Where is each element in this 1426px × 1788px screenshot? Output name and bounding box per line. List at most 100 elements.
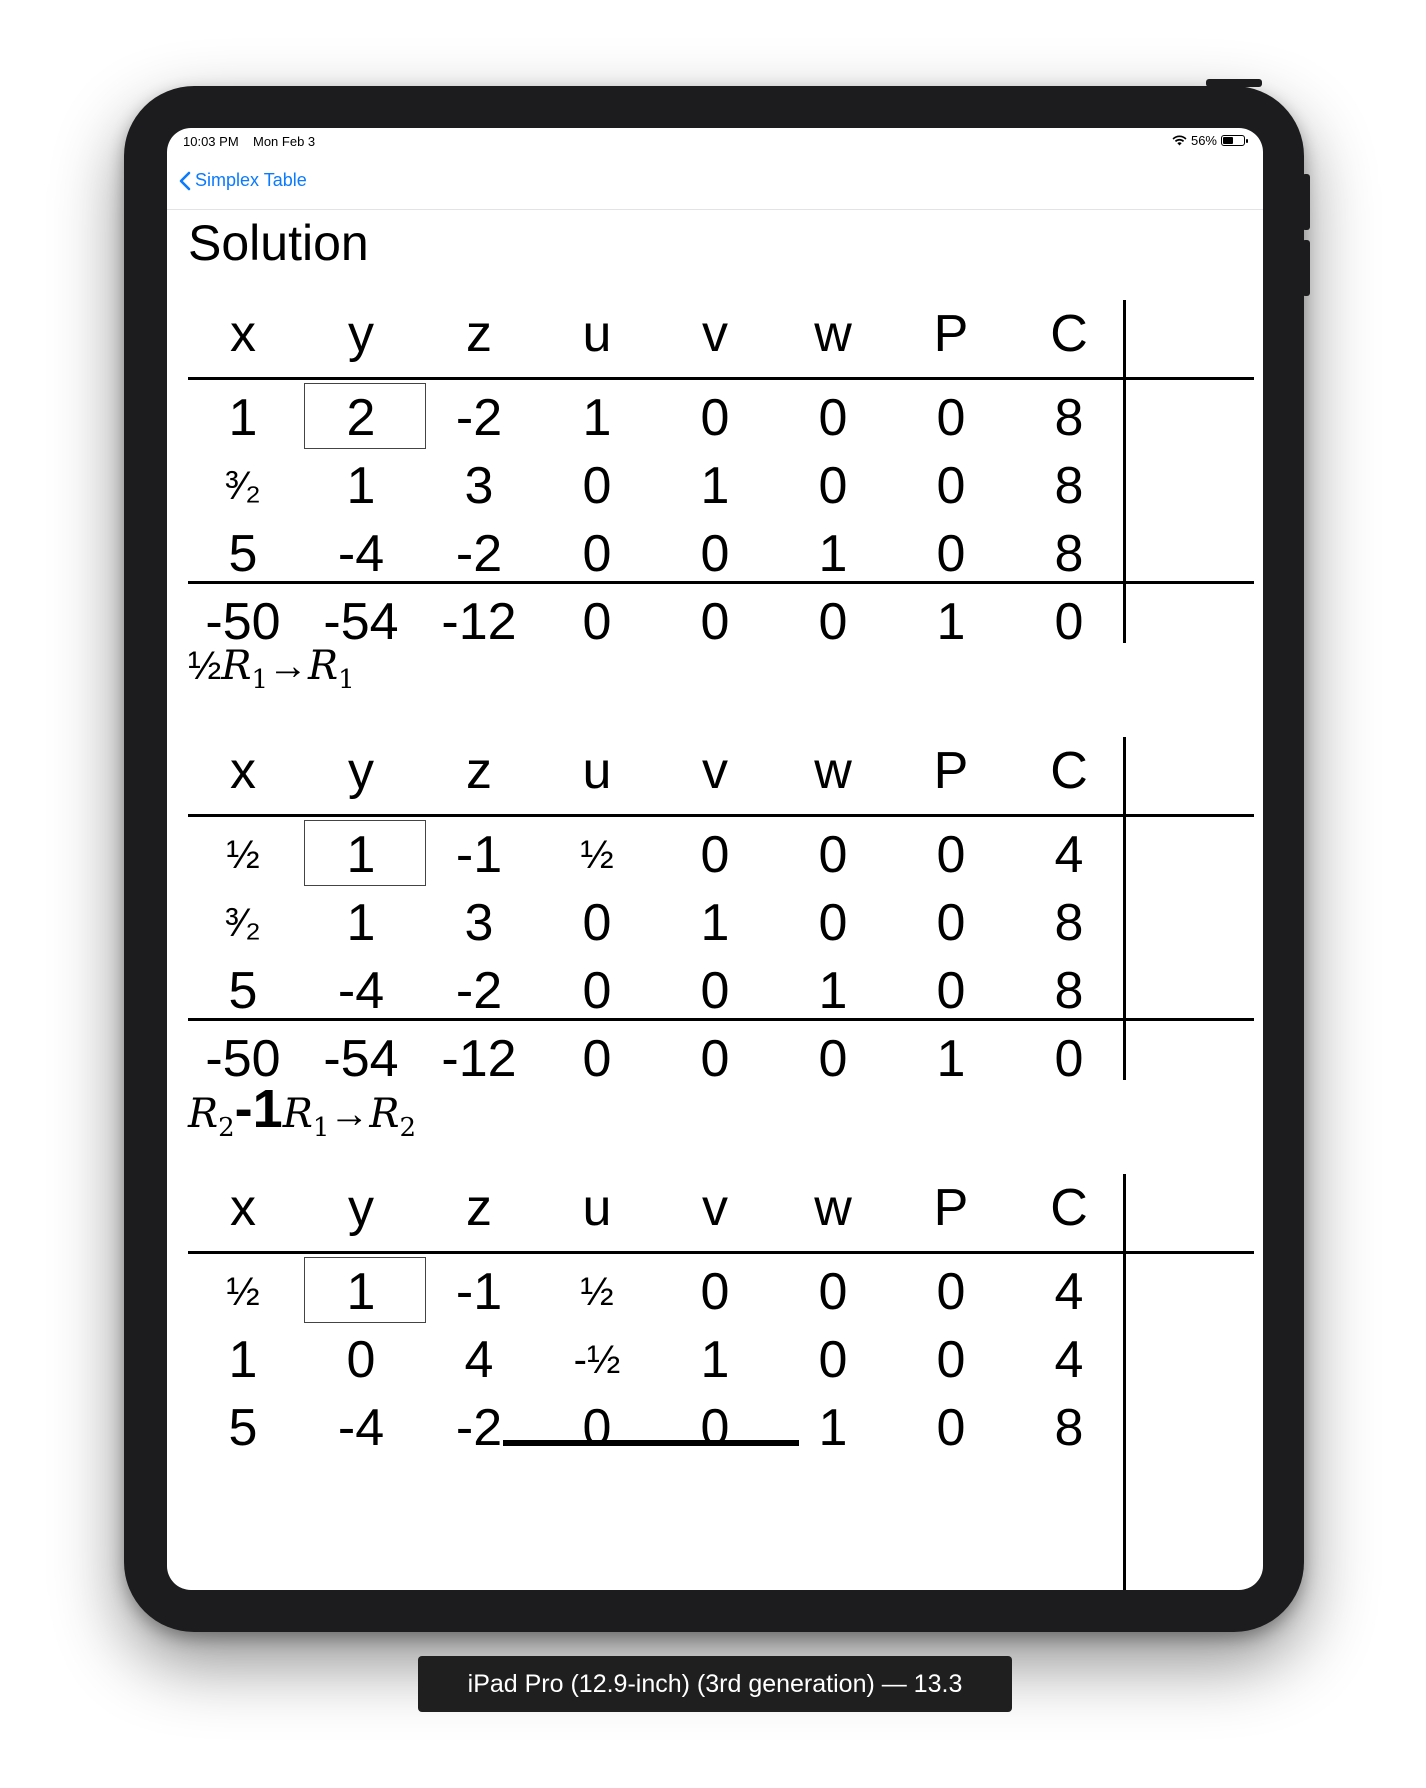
tableau-row: ½ 1 -1 ½ 0 0 0 4 — [188, 1253, 1254, 1331]
column-header: w — [814, 1179, 852, 1237]
tableau-cell: -4 — [337, 525, 385, 583]
operation-minus: - — [234, 1079, 253, 1139]
column-header: C — [1050, 1179, 1088, 1237]
tableau-cell: 0 — [936, 826, 966, 884]
tableau-row: 5 -4 -2 0 0 1 0 8 — [188, 952, 1254, 1030]
column-header: P — [933, 1179, 969, 1237]
tableau-header-row: xyzuvwPC — [188, 1169, 1254, 1247]
tableau-cell: 0 — [700, 525, 730, 583]
tableau-cell: -1 — [455, 1263, 503, 1321]
operation-source-index: 1 — [312, 1113, 330, 1143]
back-button[interactable]: Simplex Table — [179, 170, 307, 191]
tableau-cell: 5 — [228, 962, 258, 1020]
tableau-cell: -12 — [441, 593, 517, 651]
tableau-cell: ½ — [226, 1269, 260, 1314]
column-header: y — [348, 305, 374, 363]
tableau-cell: -2 — [455, 962, 503, 1020]
tableau-cell: 0 — [818, 593, 848, 651]
tableau-cell: 1 — [700, 457, 730, 515]
tableau-cell: 4 — [1054, 1331, 1084, 1389]
tableau-cell: 1 — [818, 525, 848, 583]
tableau-cell: -2 — [455, 389, 503, 447]
tableau-cell: -12 — [441, 1030, 517, 1088]
column-header: v — [702, 305, 728, 363]
column-header: u — [582, 742, 612, 800]
tableau-cell: 8 — [1054, 457, 1084, 515]
simulator-device-label: iPad Pro (12.9-inch) (3rd generation) — … — [418, 1656, 1012, 1712]
tableau-cell: ³⁄₂ — [225, 463, 261, 508]
tableau-cell: 1 — [346, 1263, 376, 1321]
tableau-cell: 0 — [936, 457, 966, 515]
simplex-tableau-2: x y z u v w P C ½ 1 -1 ½ 0 0 0 4 ³⁄₂ 1 3 0 1 0 0 8 5 -4 -2 0 0 1 0 8 -50… — [188, 722, 1254, 1088]
tableau-cell: 0 — [936, 1399, 966, 1457]
tableau-row: 1 2 -2 1 0 0 0 8 — [188, 379, 1254, 457]
tableau-cell: 0 — [936, 525, 966, 583]
tableau-row: 5 -4 -2 0 0 1 0 8 — [188, 1389, 1254, 1467]
tableau-cell: 8 — [1054, 389, 1084, 447]
tableau-cell: 1 — [700, 1331, 730, 1389]
tableau-cell: 0 — [818, 1030, 848, 1088]
column-header: C — [1050, 305, 1088, 363]
page-title: Solution — [188, 215, 369, 271]
status-bar: 10:03 PM Mon Feb 3 56% — [167, 128, 1263, 154]
tableau-cell: 0 — [1054, 593, 1084, 651]
column-header: y — [348, 1179, 374, 1237]
tableau-cell: 5 — [228, 525, 258, 583]
battery-icon — [1221, 135, 1248, 146]
tableau-cell: 0 — [936, 389, 966, 447]
tableau-cell: 0 — [346, 1331, 376, 1389]
tableau-cell: 0 — [700, 1030, 730, 1088]
column-header: u — [582, 305, 612, 363]
screen: 10:03 PM Mon Feb 3 56% Simplex Table Sol… — [167, 128, 1263, 1590]
tableau-cell: 5 — [228, 1399, 258, 1457]
battery-percent: 56% — [1190, 133, 1217, 148]
tableau-cell: ½ — [580, 1269, 614, 1314]
column-header: z — [466, 1179, 492, 1237]
column-header: P — [933, 742, 969, 800]
operation-target-letter: R — [369, 1091, 400, 1137]
tableau-cell: ½ — [226, 832, 260, 877]
simplex-tableau-1: x y z u v w P C 1 2 -2 1 0 0 0 8 ³⁄₂ 1 3 0 1 0 0 8 5 -4 -2 0 0 1 0 8 -50… — [188, 285, 1254, 651]
tableau-cell: 1 — [818, 1399, 848, 1457]
column-header: w — [814, 305, 852, 363]
row-operation-1: ½R1→R1 — [188, 643, 355, 695]
tableau-cell: 0 — [700, 1263, 730, 1321]
column-header: C — [1050, 742, 1088, 800]
tableau-cell: -4 — [337, 962, 385, 1020]
power-button — [1206, 79, 1262, 87]
tableau-cell: 0 — [700, 826, 730, 884]
tableau-cell: 0 — [582, 525, 612, 583]
tableau-row: ³⁄₂ 1 3 0 1 0 0 8 — [188, 447, 1254, 525]
tableau-cell: 2 — [346, 389, 376, 447]
tableau-cell: 4 — [1054, 826, 1084, 884]
tableau-cell: 8 — [1054, 962, 1084, 1020]
operation-target-letter: R — [308, 643, 339, 689]
volume-up-button — [1302, 174, 1310, 230]
tableau-cell: 0 — [936, 1263, 966, 1321]
column-header: x — [230, 742, 256, 800]
tableau-cell: -2 — [455, 525, 503, 583]
tableau-cell: 0 — [582, 1030, 612, 1088]
operation-target-index: 2 — [399, 1113, 417, 1143]
operation-arrow: → — [268, 644, 309, 688]
column-header: z — [466, 742, 492, 800]
column-header: w — [814, 742, 852, 800]
operation-arrow: → — [329, 1092, 370, 1136]
tableau-cell: -1 — [455, 826, 503, 884]
tableau-cell: 1 — [936, 1030, 966, 1088]
tableau-cell: 3 — [464, 457, 494, 515]
tableau-cell: 3 — [464, 894, 494, 952]
tableau-cell: 0 — [582, 1399, 612, 1457]
solution-scroll-view[interactable]: Solution x y z u v w P C 1 2 -2 1 0 0 0 8 ³⁄₂ 1 3 0 1 0 0 8 5 -4-… — [167, 210, 1263, 1590]
tableau-cell: 0 — [700, 962, 730, 1020]
status-date: Mon Feb 3 — [253, 134, 316, 149]
operation-coefficient: ½ — [188, 644, 222, 688]
tableau-cell: -4 — [337, 1399, 385, 1457]
tableau-cell: 4 — [1054, 1263, 1084, 1321]
operation-row-index: 1 — [251, 665, 269, 695]
tableau-cell: ½ — [580, 832, 614, 877]
tableau-cell: 1 — [228, 389, 258, 447]
operation-row-letter: R — [188, 1091, 219, 1137]
tableau-cell: 8 — [1054, 894, 1084, 952]
column-header: z — [466, 305, 492, 363]
